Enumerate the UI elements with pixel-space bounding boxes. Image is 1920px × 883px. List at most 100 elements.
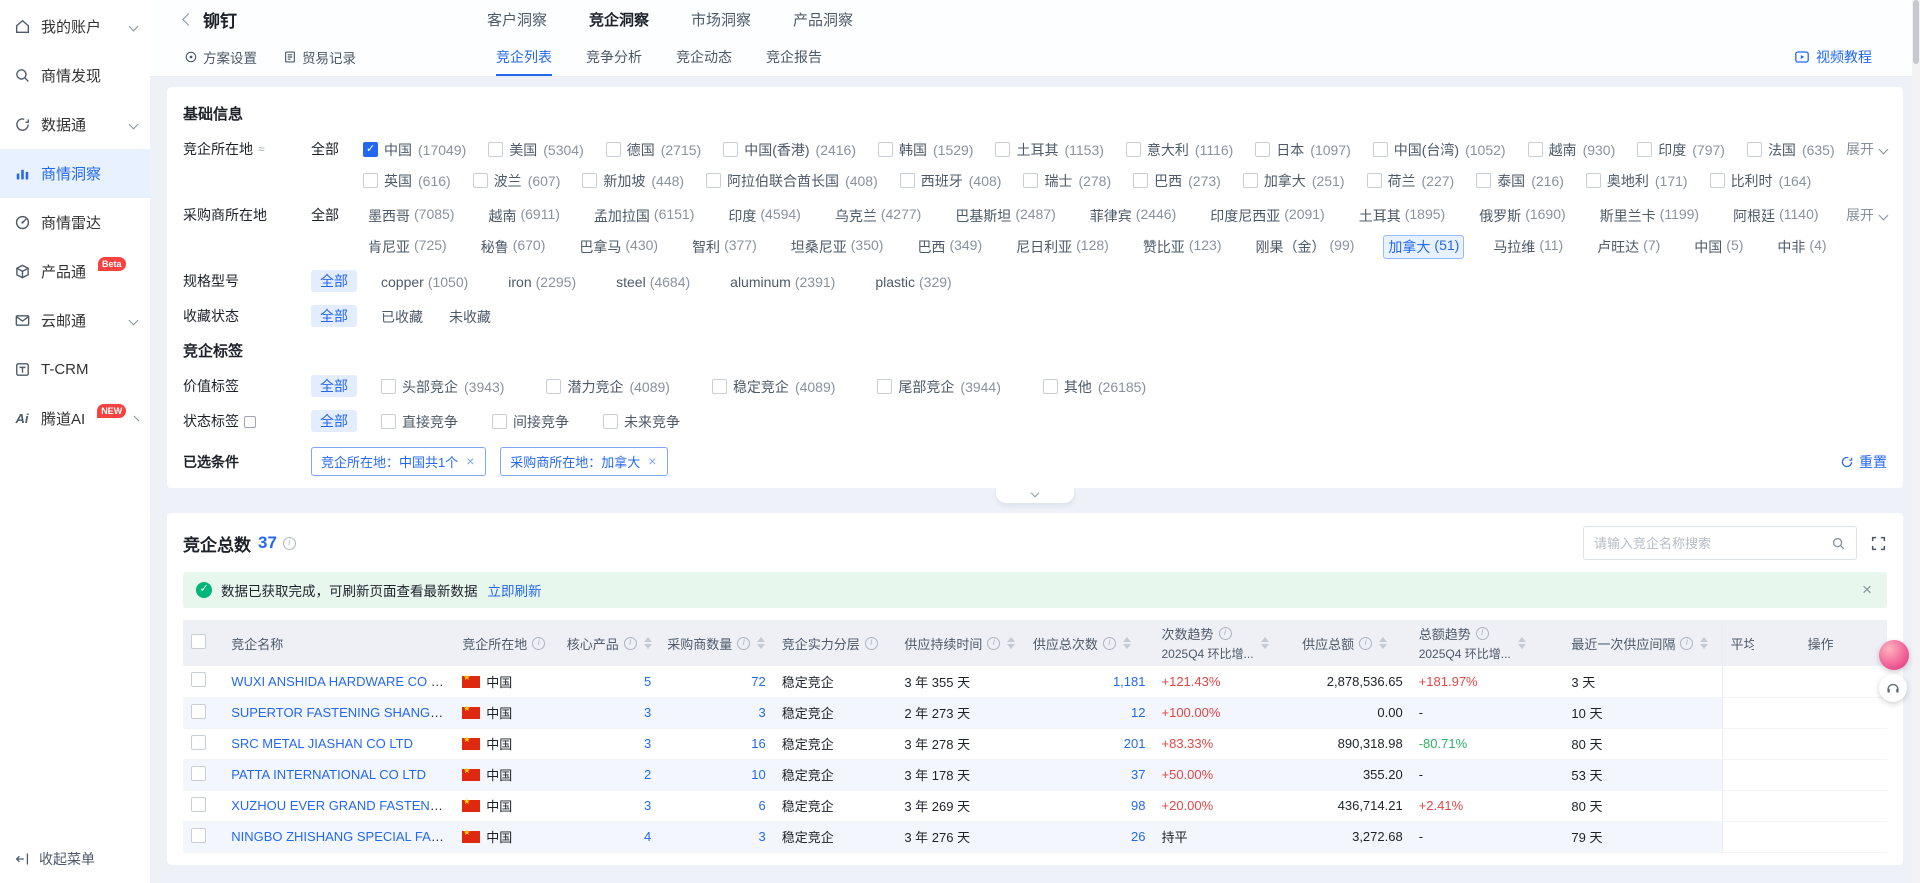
spec-option[interactable]: aluminum (2391) — [730, 274, 835, 290]
table-row[interactable]: SRC METAL JIASHAN CO LTD 中国 3 16 稳定竞企 3 … — [183, 728, 1887, 759]
sidebar-item-data-link[interactable]: 数据通 — [0, 100, 150, 149]
buyer-country-option[interactable]: 印度尼西亚 (2091) — [1205, 204, 1329, 228]
filter-all-button[interactable]: 全部 — [311, 138, 339, 160]
country-filter-option[interactable]: 韩国 (1529) — [878, 140, 973, 160]
sort-icon[interactable] — [1123, 637, 1131, 649]
checkbox[interactable] — [473, 173, 488, 188]
checkbox[interactable] — [877, 379, 892, 394]
country-filter-option[interactable]: 比利时 (164) — [1710, 171, 1812, 191]
refresh-now-link[interactable]: 立即刷新 — [488, 580, 542, 600]
checkbox[interactable] — [603, 414, 618, 429]
buyer-country-option[interactable]: 巴拿马 (430) — [574, 235, 663, 259]
checkbox[interactable] — [878, 142, 893, 157]
subtab-competitor-report[interactable]: 竞企报告 — [766, 38, 822, 76]
spec-option[interactable]: steel (4684) — [616, 274, 690, 290]
country-filter-option[interactable]: 英国 (616) — [363, 171, 451, 191]
company-name-link[interactable]: XUZHOU EVER GRAND FASTENERS... — [231, 798, 454, 813]
filter-all-button[interactable]: 全部 — [311, 305, 357, 327]
buyer-country-option[interactable]: 乌克兰 (4277) — [830, 204, 926, 228]
row-checkbox[interactable] — [191, 735, 206, 750]
sort-icon[interactable] — [644, 637, 652, 649]
checkbox[interactable] — [1023, 173, 1038, 188]
checkbox[interactable] — [381, 379, 396, 394]
plan-settings-button[interactable]: 方案设置 — [184, 47, 257, 67]
row-checkbox[interactable] — [191, 828, 206, 843]
country-filter-option[interactable]: 美国 (5304) — [488, 140, 583, 160]
buyers-count[interactable]: 16 — [751, 736, 765, 751]
tab-customer-insight[interactable]: 客户洞察 — [487, 9, 547, 30]
table-row[interactable]: XUZHOU EVER GRAND FASTENERS... 中国 3 6 稳定… — [183, 790, 1887, 821]
checkbox[interactable] — [712, 379, 727, 394]
table-row[interactable]: WUXI ANSHIDA HARDWARE CO LTD 中国 5 72 稳定竞… — [183, 666, 1887, 697]
country-filter-option[interactable]: 越南 (930) — [1528, 140, 1616, 160]
buyer-country-option[interactable]: 刚果（金） (99) — [1251, 235, 1360, 259]
sidebar-item-business-insight[interactable]: 商情洞察 — [0, 149, 150, 198]
country-filter-option[interactable]: 阿拉伯联合酋长国 (408) — [706, 171, 878, 191]
checkbox[interactable] — [1133, 173, 1148, 188]
checkbox[interactable] — [1476, 173, 1491, 188]
buyer-country-option[interactable]: 孟加拉国 (6151) — [589, 204, 699, 228]
filter-all-button[interactable]: 全部 — [311, 375, 357, 397]
checkbox[interactable] — [1126, 142, 1141, 157]
filter-all-button[interactable]: 全部 — [311, 410, 357, 432]
buyer-country-option[interactable]: 印度 (4594) — [723, 204, 805, 228]
buyer-country-option[interactable]: 俄罗斯 (1690) — [1474, 204, 1570, 228]
sidebar-item-business-radar[interactable]: 商情雷达 — [0, 198, 150, 247]
company-name-link[interactable]: SRC METAL JIASHAN CO LTD — [231, 736, 413, 751]
core-products-count[interactable]: 3 — [644, 798, 651, 813]
checkbox[interactable] — [1255, 142, 1270, 157]
supply-count[interactable]: 12 — [1131, 705, 1145, 720]
checkbox[interactable] — [492, 414, 507, 429]
checkbox[interactable] — [1367, 173, 1382, 188]
value-tag-option[interactable]: 潜力竞企 (4089) — [546, 377, 669, 397]
checkbox[interactable] — [1373, 142, 1388, 157]
sidebar-item-tcrm[interactable]: T-CRM — [0, 345, 150, 394]
expand-button[interactable]: 展开 — [1846, 134, 1887, 165]
buyers-count[interactable]: 72 — [751, 674, 765, 689]
subtab-competitor-news[interactable]: 竞企动态 — [676, 38, 732, 76]
search-input[interactable] — [1594, 536, 1831, 551]
country-filter-option[interactable]: 荷兰 (227) — [1367, 171, 1455, 191]
support-headset-button[interactable] — [1879, 674, 1907, 702]
row-checkbox[interactable] — [191, 672, 206, 687]
country-filter-option[interactable]: 德国 (2715) — [606, 140, 701, 160]
sort-icon[interactable] — [1518, 637, 1526, 649]
buyer-country-option[interactable]: 越南 (6911) — [483, 204, 564, 228]
close-icon[interactable] — [1862, 583, 1874, 598]
country-filter-option[interactable]: 奥地利 (171) — [1586, 171, 1688, 191]
buyer-country-option[interactable]: 加拿大 (51) — [1383, 235, 1464, 259]
country-filter-option[interactable]: 新加坡 (448) — [582, 171, 684, 191]
sort-icon[interactable] — [1379, 637, 1387, 649]
buyer-country-option[interactable]: 阿根廷 (1140) — [1728, 204, 1823, 228]
value-tag-option[interactable]: 尾部竞企 (3944) — [877, 377, 1000, 397]
supply-count[interactable]: 26 — [1131, 829, 1145, 844]
checkbox[interactable] — [1747, 142, 1762, 157]
checkbox[interactable] — [995, 142, 1010, 157]
sidebar-item-product-link[interactable]: 产品通 Beta — [0, 247, 150, 296]
checkbox[interactable] — [900, 173, 915, 188]
buyer-country-option[interactable]: 马拉维 (11) — [1488, 235, 1568, 259]
buyer-country-option[interactable]: 中非 (4) — [1772, 235, 1831, 259]
fullscreen-icon[interactable] — [1870, 535, 1887, 552]
value-tag-option[interactable]: 头部竞企 (3943) — [381, 377, 504, 397]
collapse-filters-button[interactable] — [996, 488, 1074, 503]
sidebar-item-my-account[interactable]: 我的账户 — [0, 2, 150, 51]
buyer-country-option[interactable]: 智利 (377) — [687, 235, 762, 259]
buyer-country-option[interactable]: 坦桑尼亚 (350) — [786, 235, 889, 259]
select-all-checkbox[interactable] — [191, 634, 206, 649]
supply-count[interactable]: 201 — [1124, 736, 1146, 751]
subtab-competition-analysis[interactable]: 竞争分析 — [586, 38, 642, 76]
favorite-option[interactable]: 已收藏 — [381, 307, 423, 327]
buyer-country-option[interactable]: 菲律宾 (2446) — [1085, 204, 1181, 228]
core-products-count[interactable]: 3 — [644, 736, 651, 751]
country-filter-option[interactable]: 印度 (797) — [1637, 140, 1725, 160]
video-tutorial-button[interactable]: 视频教程 — [1794, 47, 1872, 67]
sidebar-item-discovery[interactable]: 商情发现 — [0, 51, 150, 100]
buyer-country-option[interactable]: 卢旺达 (7) — [1592, 235, 1665, 259]
core-products-count[interactable]: 4 — [644, 829, 651, 844]
checkbox[interactable] — [706, 173, 721, 188]
trade-records-button[interactable]: 贸易记录 — [283, 47, 356, 67]
value-tag-option[interactable]: 稳定竞企 (4089) — [712, 377, 835, 397]
spec-option[interactable]: plastic (329) — [875, 274, 951, 290]
subtab-competitor-list[interactable]: 竞企列表 — [496, 38, 552, 76]
